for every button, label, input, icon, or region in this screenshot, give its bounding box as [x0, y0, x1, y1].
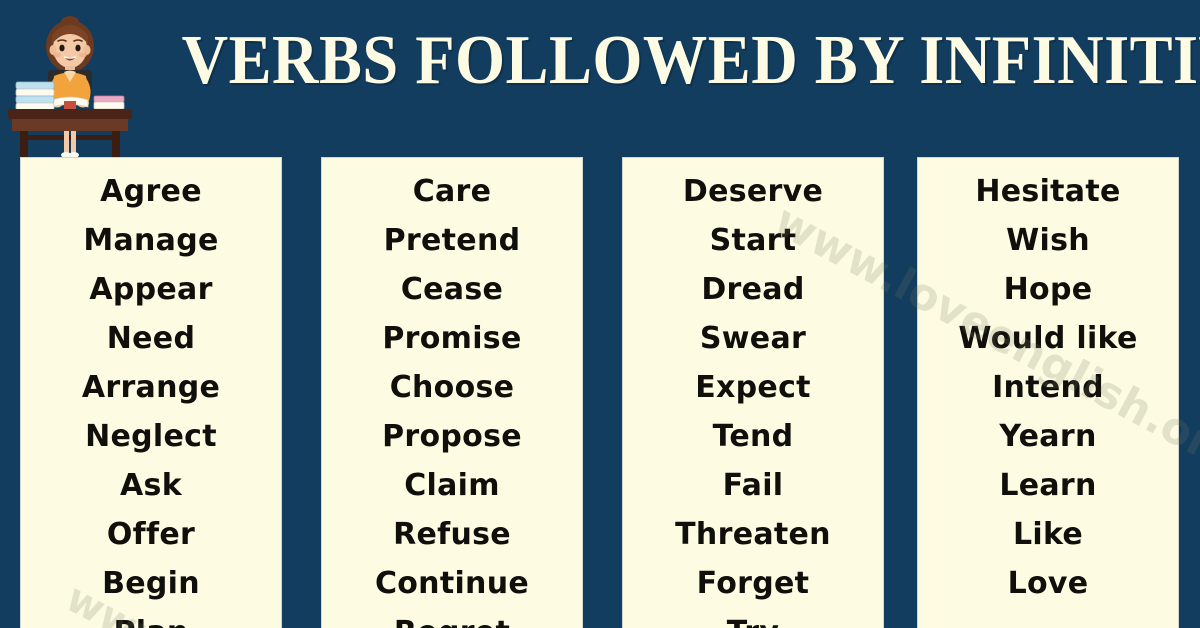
page-title: VERBS FOLLOWED BY INFINITIVES — [181, 22, 1200, 99]
verb-item: Care — [412, 174, 492, 209]
verb-item: Manage — [83, 223, 219, 258]
verb-item: Neglect — [85, 419, 217, 454]
verb-item: Expect — [695, 370, 811, 405]
verb-item: Pretend — [383, 223, 521, 258]
verb-item: Yearn — [999, 419, 1097, 454]
verb-item: Choose — [389, 370, 515, 405]
verb-column-1: Agree Manage Appear Need Arrange Neglect… — [20, 157, 282, 628]
verb-item: Forget — [696, 566, 810, 601]
verb-item: Would like — [958, 321, 1138, 356]
verb-item: Start — [709, 223, 797, 258]
verb-item: Agree — [100, 174, 202, 209]
verb-item: Wish — [1006, 223, 1090, 258]
verb-list-2: Care Pretend Cease Promise Choose Propos… — [322, 158, 582, 628]
verb-column-2: Care Pretend Cease Promise Choose Propos… — [321, 157, 583, 628]
verb-list-3: Deserve Start Dread Swear Expect Tend Fa… — [623, 158, 883, 628]
verb-item: Swear — [699, 321, 807, 356]
verb-item: Tend — [712, 419, 794, 454]
verb-item: Propose — [382, 419, 522, 454]
verb-item: Cease — [400, 272, 504, 307]
verb-item: Arrange — [81, 370, 221, 405]
verb-item: Intend — [992, 370, 1104, 405]
verb-item: Threaten — [675, 517, 831, 552]
verb-columns-container: Agree Manage Appear Need Arrange Neglect… — [0, 157, 1200, 628]
verb-item: Ask — [120, 468, 182, 503]
verb-item: Appear — [89, 272, 213, 307]
verb-item: Plan — [21, 608, 281, 628]
verb-item: Dread — [701, 272, 805, 307]
infographic-poster: VERBS FOLLOWED BY INFINITIVES Agree Mana… — [0, 0, 1200, 628]
verb-item: Hesitate — [975, 174, 1121, 209]
verb-item: Fail — [722, 468, 784, 503]
verb-item: Deserve — [682, 174, 824, 209]
verb-item: Need — [106, 321, 196, 356]
verb-item: Regret — [322, 608, 582, 628]
verb-item: Continue — [374, 566, 530, 601]
verb-item: Offer — [106, 517, 196, 552]
verb-item: Refuse — [393, 517, 511, 552]
verb-item: Begin — [102, 566, 200, 601]
verb-list-1: Agree Manage Appear Need Arrange Neglect… — [21, 158, 281, 628]
verb-item: Learn — [999, 468, 1097, 503]
girl-studying-icon — [2, 8, 138, 158]
verb-item: Love — [1007, 566, 1089, 601]
verb-item: Like — [1012, 517, 1084, 552]
poster-header: VERBS FOLLOWED BY INFINITIVES — [0, 0, 1200, 158]
verb-list-4: Hesitate Wish Hope Would like Intend Yea… — [918, 158, 1178, 608]
verb-item: Claim — [404, 468, 500, 503]
verb-item: Try — [623, 608, 883, 628]
verb-column-3: Deserve Start Dread Swear Expect Tend Fa… — [622, 157, 884, 628]
verb-item: Promise — [382, 321, 522, 356]
verb-column-4: Hesitate Wish Hope Would like Intend Yea… — [917, 157, 1179, 628]
verb-item: Hope — [1003, 272, 1093, 307]
